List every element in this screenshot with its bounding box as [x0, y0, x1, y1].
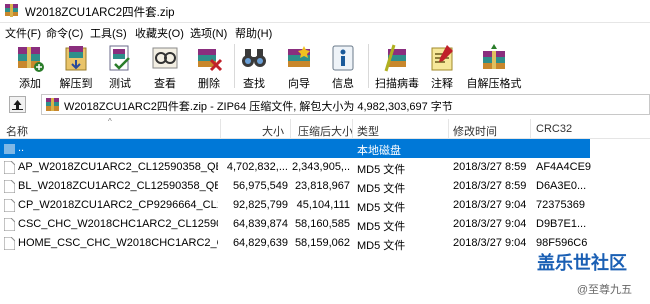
- column-type[interactable]: 类型: [357, 123, 379, 139]
- column-crc32[interactable]: CRC32: [536, 123, 572, 135]
- file-type: 本地磁盘: [357, 145, 401, 157]
- file-modified: 2018/3/27 8:59: [453, 180, 527, 192]
- table-row[interactable]: BL_W2018ZCU1ARC2_CL12590358_QB17... 56,9…: [0, 177, 590, 196]
- winrar-app-icon: [5, 4, 18, 17]
- file-crc: D9B7E1...: [536, 218, 587, 230]
- title-bar: W2018ZCU1ARC2四件套.zip: [0, 0, 650, 22]
- folder-icon: [4, 144, 15, 154]
- menu-bar: 文件(F) 命令(C) 工具(S) 收藏夹(O) 选项(N) 帮助(H): [0, 23, 650, 41]
- file-packed-size: 23,818,967: [294, 180, 350, 192]
- wizard-icon: [288, 46, 310, 67]
- file-name: AP_W2018ZCU1ARC2_CL12590358_QB17...: [18, 161, 218, 173]
- sfx-button[interactable]: 自解压格式: [467, 41, 522, 91]
- file-modified: 2018/3/27 9:04: [453, 237, 527, 249]
- find-icon: [242, 49, 266, 67]
- comment-icon: [431, 45, 453, 71]
- file-type: MD5 文件: [357, 221, 406, 233]
- column-divider[interactable]: [290, 119, 291, 139]
- file-size: 4,702,832,...: [226, 161, 288, 173]
- column-name[interactable]: 名称: [6, 123, 28, 139]
- file-icon: [4, 180, 15, 193]
- file-crc: 98F596C6: [536, 237, 588, 249]
- file-size: 92,825,799: [232, 199, 288, 211]
- file-crc: 72375369: [536, 199, 585, 211]
- watermark-logo: 盖乐世社区: [532, 249, 632, 275]
- file-type: MD5 文件: [357, 164, 406, 176]
- view-icon: [152, 47, 178, 69]
- info-label: 信息: [332, 78, 354, 90]
- up-arrow-icon: [12, 100, 23, 110]
- file-packed-size: 58,159,062: [294, 237, 350, 249]
- column-size[interactable]: 大小: [262, 123, 284, 139]
- up-folder-button[interactable]: [9, 96, 26, 113]
- file-name: ..: [18, 142, 25, 154]
- file-icon: [4, 218, 15, 231]
- menu-tools[interactable]: 工具(S): [90, 25, 127, 41]
- file-type: MD5 文件: [357, 240, 406, 252]
- sfx-label: 自解压格式: [466, 78, 522, 90]
- file-packed-size: 2,343,905,...: [292, 161, 350, 173]
- comment-label: 注释: [431, 78, 453, 90]
- file-type: MD5 文件: [357, 183, 406, 195]
- table-row[interactable]: CP_W2018ZCU1ARC2_CP9296664_CL1259... 92,…: [0, 196, 590, 215]
- file-packed-size: 45,104,111: [296, 199, 350, 211]
- address-bar[interactable]: W2018ZCU1ARC2四件套.zip - ZIP64 压缩文件, 解包大小为…: [41, 94, 650, 115]
- column-divider[interactable]: [530, 119, 531, 139]
- table-row-parent[interactable]: .. 本地磁盘: [0, 139, 590, 158]
- file-icon: [4, 237, 15, 250]
- test-icon: [109, 45, 130, 71]
- address-row: W2018ZCU1ARC2四件套.zip - ZIP64 压缩文件, 解包大小为…: [0, 94, 650, 116]
- file-type: MD5 文件: [357, 202, 406, 214]
- delete-icon: [198, 49, 223, 72]
- scan-virus-icon: [384, 44, 406, 72]
- watermark-user: @至尊九五: [576, 284, 632, 296]
- menu-command[interactable]: 命令(C): [46, 25, 83, 41]
- table-row[interactable]: CSC_CHC_W2018CHC1ARC2_CL12590358... 64,8…: [0, 215, 590, 234]
- column-divider[interactable]: [352, 119, 353, 139]
- extract-icon: [65, 46, 87, 71]
- file-list-header: ^ 名称 大小 压缩后大小 类型 修改时间 CRC32: [0, 117, 650, 139]
- file-icon: [4, 161, 15, 174]
- file-modified: 2018/3/27 9:04: [453, 199, 527, 211]
- toolbar: 添加 解压到 测试 查看 删除 查找 向导 信息 扫描病毒 注释 自解压格式: [0, 41, 650, 91]
- address-text: W2018ZCU1ARC2四件套.zip - ZIP64 压缩文件, 解包大小为…: [64, 101, 453, 113]
- file-name: BL_W2018ZCU1ARC2_CL12590358_QB17...: [18, 180, 218, 192]
- menu-options[interactable]: 选项(N): [190, 25, 227, 41]
- add-icon: [18, 47, 44, 72]
- column-packed-size[interactable]: 压缩后大小: [298, 123, 353, 139]
- file-name: CSC_CHC_W2018CHC1ARC2_CL12590358...: [18, 218, 218, 230]
- menu-help[interactable]: 帮助(H): [235, 25, 272, 41]
- table-row[interactable]: HOME_CSC_CHC_W2018CHC1ARC2_CL12... 64,82…: [0, 234, 590, 253]
- table-row[interactable]: AP_W2018ZCU1ARC2_CL12590358_QB17... 4,70…: [0, 158, 592, 177]
- info-icon: [332, 45, 354, 71]
- sfx-icon: [483, 44, 505, 69]
- file-icon: [4, 199, 15, 212]
- column-divider[interactable]: [448, 119, 449, 139]
- comment-button[interactable]: 注释: [420, 41, 464, 91]
- watermark-logo-text: 盖乐世社区: [537, 252, 627, 274]
- file-size: 64,829,639: [232, 237, 288, 249]
- file-name: HOME_CSC_CHC_W2018CHC1ARC2_CL12...: [18, 237, 218, 249]
- file-crc: D6A3E0...: [536, 180, 587, 192]
- file-modified: 2018/3/27 8:59: [453, 161, 527, 173]
- file-size: 56,975,549: [232, 180, 288, 192]
- sort-caret-icon: ^: [108, 117, 112, 126]
- file-crc: AF4A4CE9: [536, 161, 592, 173]
- archive-icon: [46, 98, 59, 111]
- menu-file[interactable]: 文件(F): [5, 25, 41, 41]
- info-button[interactable]: 信息: [321, 41, 365, 91]
- menu-favorites[interactable]: 收藏夹(O): [135, 25, 184, 41]
- column-divider[interactable]: [220, 119, 221, 139]
- file-modified: 2018/3/27 9:04: [453, 218, 527, 230]
- window-title: W2018ZCU1ARC2四件套.zip: [25, 7, 175, 19]
- file-size: 64,839,874: [232, 218, 288, 230]
- file-name: CP_W2018ZCU1ARC2_CP9296664_CL1259...: [18, 199, 218, 211]
- file-packed-size: 58,160,585: [294, 218, 350, 230]
- column-modified[interactable]: 修改时间: [453, 123, 497, 139]
